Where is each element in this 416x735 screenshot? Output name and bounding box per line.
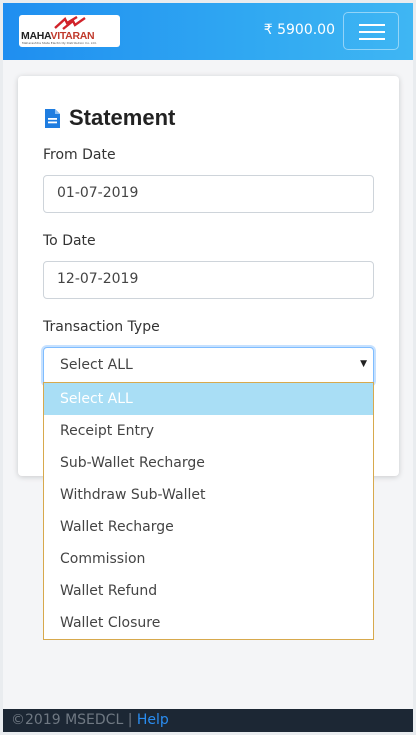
menu-toggle-button[interactable] [343,12,399,50]
hamburger-menu-icon [359,31,385,33]
chevron-down-icon: ▼ [360,359,367,369]
app-frame: MAHAVITARAN Maharashtra State Electricit… [3,3,413,732]
footer: ©2019 MSEDCL | Help [3,709,413,732]
option-wallet-refund[interactable]: Wallet Refund [44,575,373,607]
copyright-text: ©2019 MSEDCL | [11,712,137,728]
option-wallet-closure[interactable]: Wallet Closure [44,607,373,639]
from-date-label: From Date [43,147,116,163]
hamburger-menu-icon [359,38,385,40]
option-receipt-entry[interactable]: Receipt Entry [44,415,373,447]
lightning-bolt-icon [54,16,86,30]
mahavitaran-logo[interactable]: MAHAVITARAN Maharashtra State Electricit… [19,15,120,47]
document-icon [45,108,60,128]
option-wallet-recharge[interactable]: Wallet Recharge [44,511,373,543]
page-title: Statement [69,105,176,130]
from-date-input[interactable]: 01-07-2019 [43,175,374,213]
to-date-label: To Date [43,233,96,249]
logo-tagline: Maharashtra State Electricity Distributi… [22,41,97,45]
help-link[interactable]: Help [137,712,169,728]
transaction-type-select[interactable]: Select ALL ▼ [43,347,374,385]
transaction-type-options: Select ALL Receipt Entry Sub-Wallet Rech… [43,382,374,640]
hamburger-menu-icon [359,24,385,26]
card-header: Statement [44,103,175,133]
wallet-balance: ₹ 5900.00 [263,22,335,38]
option-commission[interactable]: Commission [44,543,373,575]
to-date-input[interactable]: 12-07-2019 [43,261,374,299]
transaction-type-value: Select ALL [60,357,133,373]
option-select-all[interactable]: Select ALL [44,383,373,415]
navbar: MAHAVITARAN Maharashtra State Electricit… [3,3,413,60]
transaction-type-label: Transaction Type [43,319,160,335]
option-sub-wallet-recharge[interactable]: Sub-Wallet Recharge [44,447,373,479]
option-withdraw-sub-wallet[interactable]: Withdraw Sub-Wallet [44,479,373,511]
